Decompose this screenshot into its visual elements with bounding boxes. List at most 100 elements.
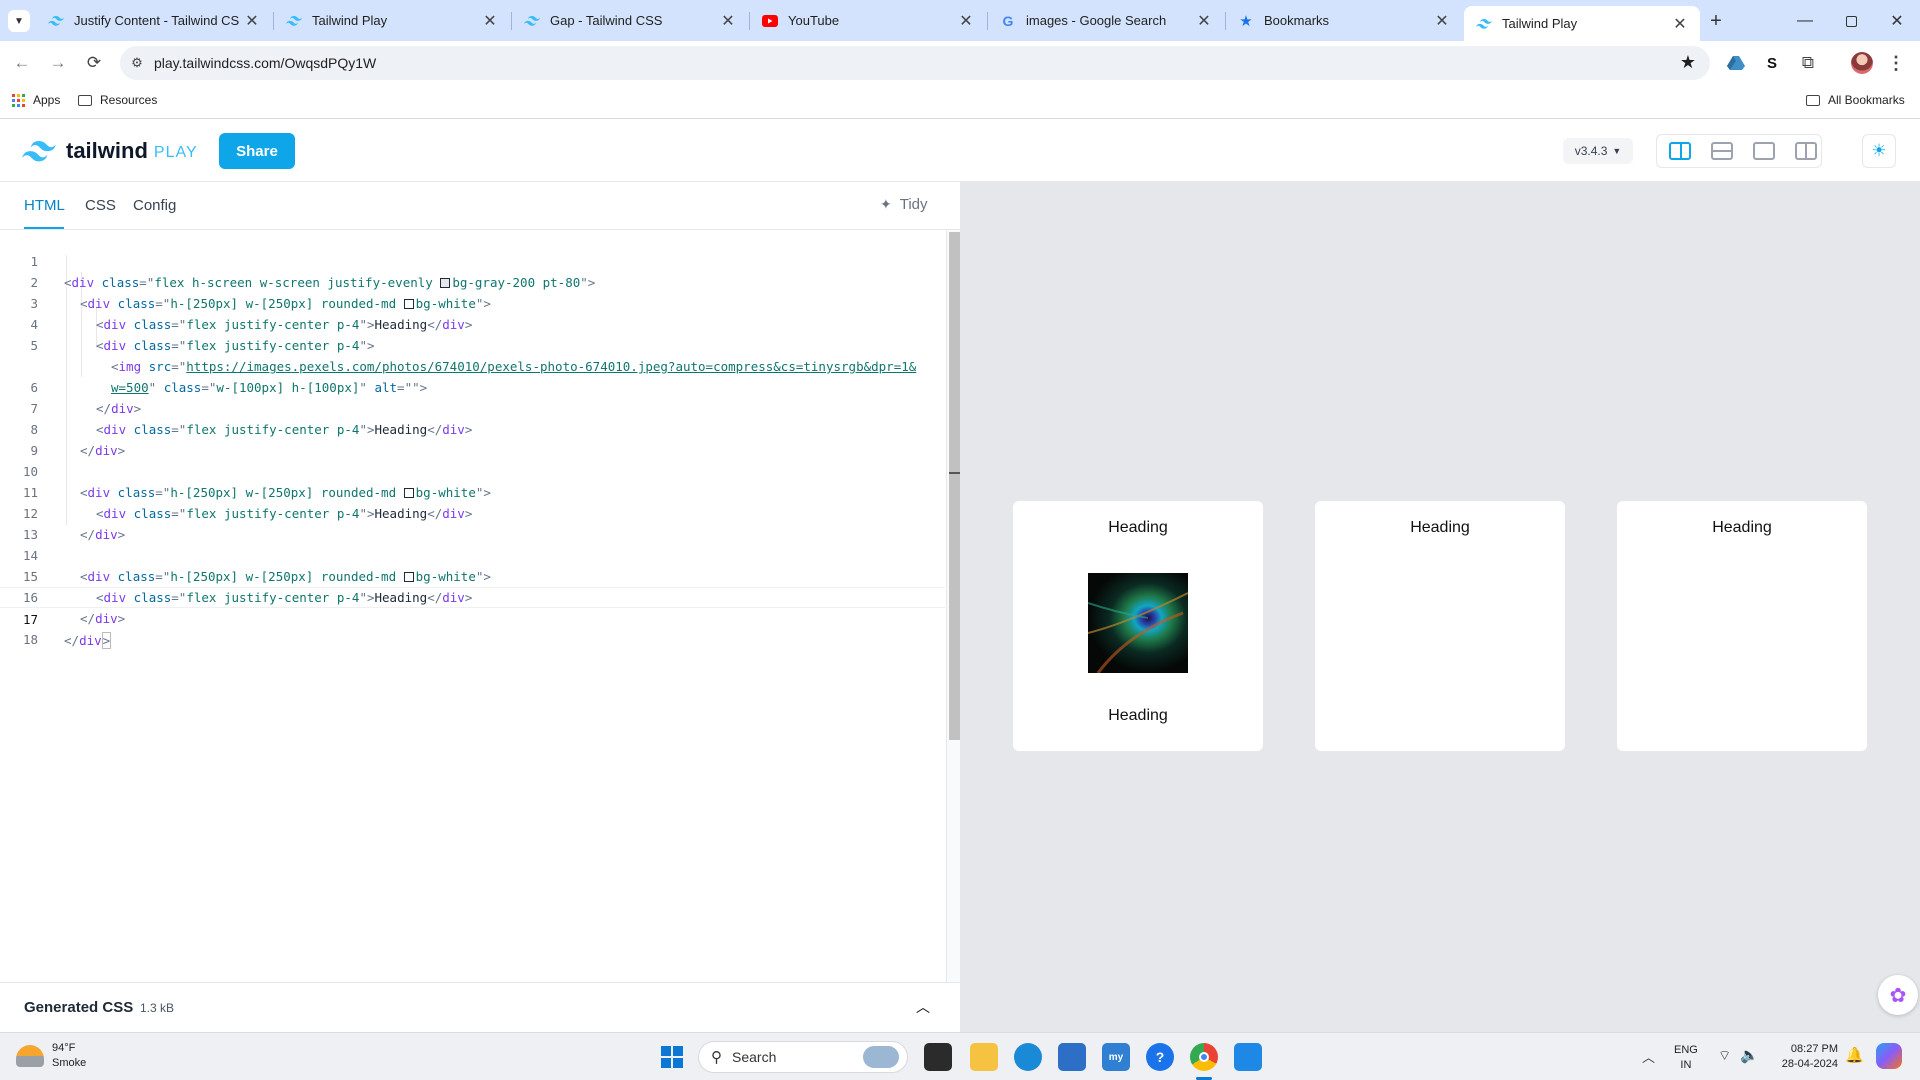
close-icon[interactable]: ✕: [716, 11, 740, 31]
tab-css[interactable]: CSS: [85, 197, 116, 214]
wifi-icon[interactable]: ⌔: [1718, 1047, 1731, 1065]
bookmark-apps[interactable]: Apps: [12, 93, 60, 107]
code-line: 13: [0, 503, 945, 542]
reload-icon: ⟳: [86, 53, 102, 72]
volume-icon[interactable]: 🔈: [1740, 1046, 1759, 1064]
tab-html[interactable]: HTML: [24, 197, 65, 214]
tab-search-button[interactable]: ▼: [8, 10, 30, 32]
browser-tab[interactable]: Justify Content - Tailwind CSS ✕: [36, 0, 272, 41]
tab-title: images - Google Search: [1026, 13, 1167, 28]
tab-title: Justify Content - Tailwind CSS: [74, 13, 240, 28]
weather-widget[interactable]: 94°F Smoke: [16, 1041, 86, 1071]
chevron-up-icon[interactable]: ︿: [1642, 1047, 1655, 1066]
extension-drive-icon[interactable]: [1724, 51, 1748, 75]
floating-assistant-icon[interactable]: ✿: [1878, 975, 1918, 1015]
scrollbar-thumb[interactable]: [949, 232, 960, 740]
notification-bell-icon[interactable]: 🔔: [1845, 1046, 1864, 1064]
generated-css-panel[interactable]: Generated CSS 1.3 kB ︿: [0, 982, 960, 1032]
code-line: 14 <div class="h-[250px] w-[250px] round…: [0, 524, 945, 584]
folder-icon: [1806, 94, 1820, 106]
theme-toggle-button[interactable]: ☀: [1862, 134, 1896, 168]
close-icon[interactable]: ✕: [1668, 14, 1692, 34]
forward-button[interactable]: →: [46, 51, 70, 75]
reload-button[interactable]: ⟳: [82, 51, 106, 75]
line-number: 18: [22, 632, 38, 647]
close-icon[interactable]: ✕: [1192, 11, 1216, 31]
card-heading: Heading: [1108, 519, 1168, 536]
app-myi-icon[interactable]: my: [1102, 1043, 1130, 1071]
share-button[interactable]: Share: [219, 133, 295, 169]
new-tab-button[interactable]: +: [1704, 9, 1728, 33]
tidy-label: Tidy: [899, 196, 928, 213]
weather-desc: Smoke: [52, 1057, 87, 1069]
bookmark-star-icon[interactable]: ★: [1680, 52, 1696, 73]
copilot-icon[interactable]: [1876, 1043, 1902, 1069]
back-button[interactable]: ←: [10, 51, 34, 75]
tab-config[interactable]: Config: [133, 197, 176, 214]
tab-title: Tailwind Play: [1502, 16, 1578, 31]
minimize-button[interactable]: —: [1790, 9, 1820, 33]
taskbar-search[interactable]: ⚲ Search: [698, 1041, 908, 1073]
address-bar[interactable]: ⚙ play.tailwindcss.com/OwqsdPQy1W ★: [120, 46, 1710, 80]
layout-preview-only-button[interactable]: [1751, 138, 1777, 164]
code-line: 16 </div>: [0, 566, 945, 626]
tailwind-play-logo[interactable]: tailwind PLAY: [22, 138, 198, 164]
code-editor[interactable]: 1 <div class="flex h-screen w-screen jus…: [0, 230, 945, 982]
language-indicator[interactable]: ENG IN: [1674, 1043, 1698, 1073]
store-icon[interactable]: [1058, 1043, 1086, 1071]
plus-icon: +: [1710, 9, 1722, 32]
preview-card: Heading: [1315, 501, 1565, 751]
bookmark-apps-label: Apps: [33, 93, 61, 107]
windows-start-button[interactable]: [658, 1043, 686, 1071]
edge-icon[interactable]: [1014, 1043, 1042, 1071]
layout-responsive-button[interactable]: [1793, 138, 1819, 164]
close-icon[interactable]: ✕: [478, 11, 502, 31]
app-header: tailwind PLAY Share v3.4.3 ▼ ☀: [0, 120, 1920, 182]
profile-avatar[interactable]: [1850, 51, 1874, 75]
tidy-button[interactable]: ✦ Tidy: [880, 196, 928, 213]
version-select[interactable]: v3.4.3 ▼: [1563, 138, 1633, 164]
tab-title: Gap - Tailwind CSS: [550, 13, 663, 28]
browser-tab[interactable]: ★ Bookmarks ✕: [1226, 0, 1462, 41]
windows-logo-icon: [661, 1046, 683, 1068]
browser-tab-active[interactable]: Tailwind Play ✕: [1464, 6, 1700, 41]
layout-horizontal-split-button[interactable]: [1709, 138, 1735, 164]
file-explorer-icon[interactable]: [970, 1043, 998, 1071]
chevron-up-icon[interactable]: ︿: [916, 997, 930, 1017]
close-icon[interactable]: ✕: [1430, 11, 1454, 31]
bookmark-all[interactable]: All Bookmarks: [1806, 93, 1905, 107]
clock[interactable]: 08:27 PM 28-04-2024: [1770, 1042, 1838, 1072]
chevron-down-icon: ▼: [14, 15, 24, 27]
browser-tab[interactable]: G images - Google Search ✕: [988, 0, 1224, 41]
browser-tab[interactable]: Gap - Tailwind CSS ✕: [512, 0, 748, 41]
app-blue-icon[interactable]: [1234, 1043, 1262, 1071]
menu-kebab-icon[interactable]: ⋮: [1884, 51, 1908, 75]
restore-button[interactable]: [1836, 9, 1866, 33]
tailwind-icon: [524, 13, 540, 29]
folder-icon: [78, 94, 92, 106]
extensions-puzzle-icon[interactable]: ⧉: [1796, 51, 1820, 75]
code-line: 7 <div class="flex justify-center p-4">H…: [0, 377, 945, 437]
split-vertical-icon: [1669, 142, 1691, 160]
code-line: 15 <div class="flex justify-center p-4">…: [0, 545, 945, 605]
bookmark-resources[interactable]: Resources: [78, 93, 157, 107]
chrome-icon[interactable]: [1190, 1043, 1218, 1071]
weather-temp: 94°F: [52, 1042, 76, 1054]
close-icon[interactable]: ✕: [240, 11, 264, 31]
close-window-button[interactable]: ✕: [1882, 9, 1912, 33]
site-info-icon[interactable]: ⚙: [120, 55, 154, 71]
browser-tab[interactable]: Tailwind Play ✕: [274, 0, 510, 41]
editor-tabs: HTML CSS Config ✦ Tidy: [0, 182, 960, 230]
arrow-right-icon: →: [49, 53, 67, 72]
task-view-icon[interactable]: [924, 1043, 952, 1071]
bookmarks-bar: Apps Resources All Bookmarks: [0, 85, 1920, 119]
editor-scrollbar[interactable]: [946, 230, 960, 982]
code-line: 12 </div>: [0, 482, 945, 542]
code-line: 5 <img src="https://images.pexels.com/ph…: [0, 314, 945, 374]
extension-s-icon[interactable]: S: [1760, 51, 1784, 75]
code-line: 1 <div class="flex h-screen w-screen jus…: [0, 230, 945, 290]
help-icon[interactable]: ?: [1146, 1043, 1174, 1071]
layout-vertical-split-button[interactable]: [1667, 138, 1693, 164]
close-icon[interactable]: ✕: [954, 11, 978, 31]
browser-tab[interactable]: YouTube ✕: [750, 0, 986, 41]
